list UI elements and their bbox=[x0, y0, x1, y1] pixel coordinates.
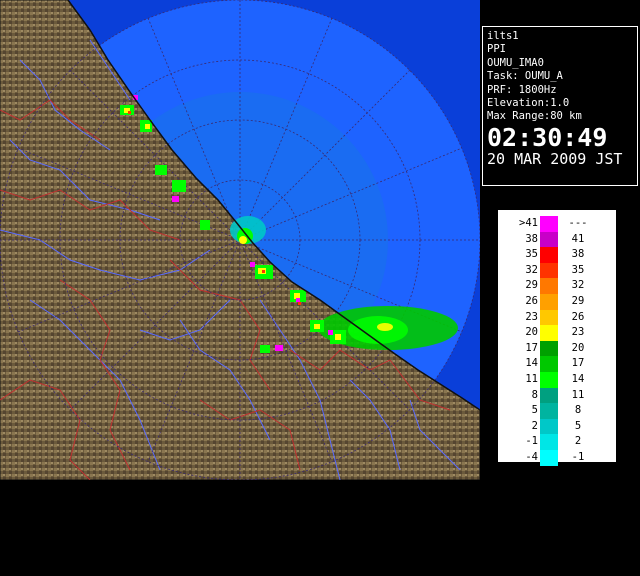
legend-low-value: >41 bbox=[519, 217, 538, 229]
task-name: Task: OUMU_A bbox=[487, 70, 563, 83]
legend-low-value: 23 bbox=[525, 310, 538, 323]
legend-row: 32 35 bbox=[500, 262, 614, 279]
scan-info-box: ilts1 PPI OUMU_IMA0 Task: OUMU_A PRF: 18… bbox=[482, 26, 638, 186]
legend-high-value: 32 bbox=[571, 279, 585, 292]
legend-row: 8 11 bbox=[500, 387, 614, 404]
elevation-value: Elevation:1.0 bbox=[487, 97, 570, 110]
legend-high-value: --- bbox=[568, 217, 588, 229]
legend-row: 35 38 bbox=[500, 247, 614, 263]
legend-high-value: 8 bbox=[574, 404, 582, 417]
legend-swatch bbox=[540, 403, 558, 419]
legend-swatch bbox=[540, 294, 558, 310]
legend-high-value: 23 bbox=[571, 326, 585, 339]
side-panel: ilts1 PPI OUMU_IMA0 Task: OUMU_A PRF: 18… bbox=[480, 0, 640, 524]
legend-row: -1 2 bbox=[500, 434, 614, 450]
legend-high-value: 20 bbox=[571, 341, 585, 354]
legend-row: 17 20 bbox=[500, 340, 614, 357]
scan-name: OUMU_IMA0 bbox=[487, 56, 544, 69]
legend-swatch bbox=[540, 418, 558, 435]
prf-value: PRF: 1800Hz bbox=[487, 83, 557, 96]
legend-row: 58 bbox=[500, 403, 614, 419]
legend-high-value: 29 bbox=[571, 295, 585, 307]
legend-swatch bbox=[540, 434, 558, 450]
scan-time: 02:30:49 bbox=[487, 122, 608, 152]
site-name: ilts1 bbox=[487, 30, 519, 42]
legend-low-value: -4 bbox=[525, 451, 538, 463]
legend-high-value: 5 bbox=[574, 419, 582, 432]
legend-row: 25 bbox=[500, 418, 614, 435]
legend-low-value: 35 bbox=[525, 248, 538, 261]
product-type: PPI bbox=[487, 43, 506, 56]
legend-high-value: 38 bbox=[571, 248, 585, 261]
legend-row: 11 14 bbox=[500, 372, 614, 388]
legend-rows: >41 --- 38 41 35 38 32 35 29 32 26 29 23 26 20 23 17 20 14… bbox=[500, 212, 614, 466]
legend-high-value: 17 bbox=[571, 357, 585, 370]
legend-high-value: 2 bbox=[574, 435, 582, 448]
legend-high-value: 26 bbox=[571, 310, 585, 323]
legend-high-value: 41 bbox=[571, 232, 585, 245]
legend-row: -4 -1 bbox=[500, 450, 614, 466]
legend-swatch bbox=[540, 325, 558, 341]
legend-swatch bbox=[540, 216, 558, 232]
legend-swatch bbox=[540, 247, 558, 263]
legend-low-value: -1 bbox=[525, 435, 538, 448]
legend-low-value: 17 bbox=[525, 341, 538, 354]
legend-low-value: 5 bbox=[531, 404, 538, 417]
legend-row: 23 26 bbox=[500, 309, 614, 326]
scan-date: 20 MAR 2009 JST bbox=[487, 149, 623, 168]
legend-row: 38 41 bbox=[500, 231, 614, 248]
reflectivity-legend: >41 --- 38 41 35 38 32 35 29 32 26 29 23 26 20 23 17 20 14… bbox=[498, 210, 631, 524]
legend-swatch bbox=[540, 450, 558, 466]
legend-high-value: 35 bbox=[571, 263, 585, 276]
legend-high-value: 11 bbox=[571, 388, 585, 401]
legend-swatch bbox=[540, 231, 558, 248]
legend-units-label: Reflectivity in dBZ bbox=[619, 428, 631, 524]
legend-high-value: 14 bbox=[571, 373, 585, 385]
legend-swatch bbox=[540, 356, 558, 372]
legend-low-value: 32 bbox=[525, 263, 538, 276]
radar-ppi-map bbox=[0, 0, 480, 480]
legend-swatch bbox=[540, 340, 558, 357]
legend-swatch bbox=[540, 309, 558, 326]
legend-row: 14 17 bbox=[500, 356, 614, 372]
legend-low-value: 8 bbox=[531, 388, 538, 401]
legend-low-value: 38 bbox=[525, 232, 538, 245]
legend-low-value: 2 bbox=[531, 419, 538, 432]
legend-row: 26 29 bbox=[500, 294, 614, 310]
legend-low-value: 26 bbox=[525, 295, 538, 307]
legend-low-value: 11 bbox=[525, 373, 538, 385]
legend-low-value: 20 bbox=[525, 326, 538, 339]
legend-high-value: -1 bbox=[571, 451, 585, 463]
legend-swatch bbox=[540, 372, 558, 388]
legend-swatch bbox=[540, 278, 558, 294]
max-range-value: Max Range:80 km bbox=[487, 110, 582, 123]
legend-swatch bbox=[540, 387, 558, 404]
legend-row: 20 23 bbox=[500, 325, 614, 341]
legend-swatch bbox=[540, 262, 558, 279]
legend-low-value: 29 bbox=[525, 279, 538, 292]
legend-row: 29 32 bbox=[500, 278, 614, 294]
legend-low-value: 14 bbox=[525, 357, 538, 370]
legend-row: >41 --- bbox=[500, 216, 614, 232]
